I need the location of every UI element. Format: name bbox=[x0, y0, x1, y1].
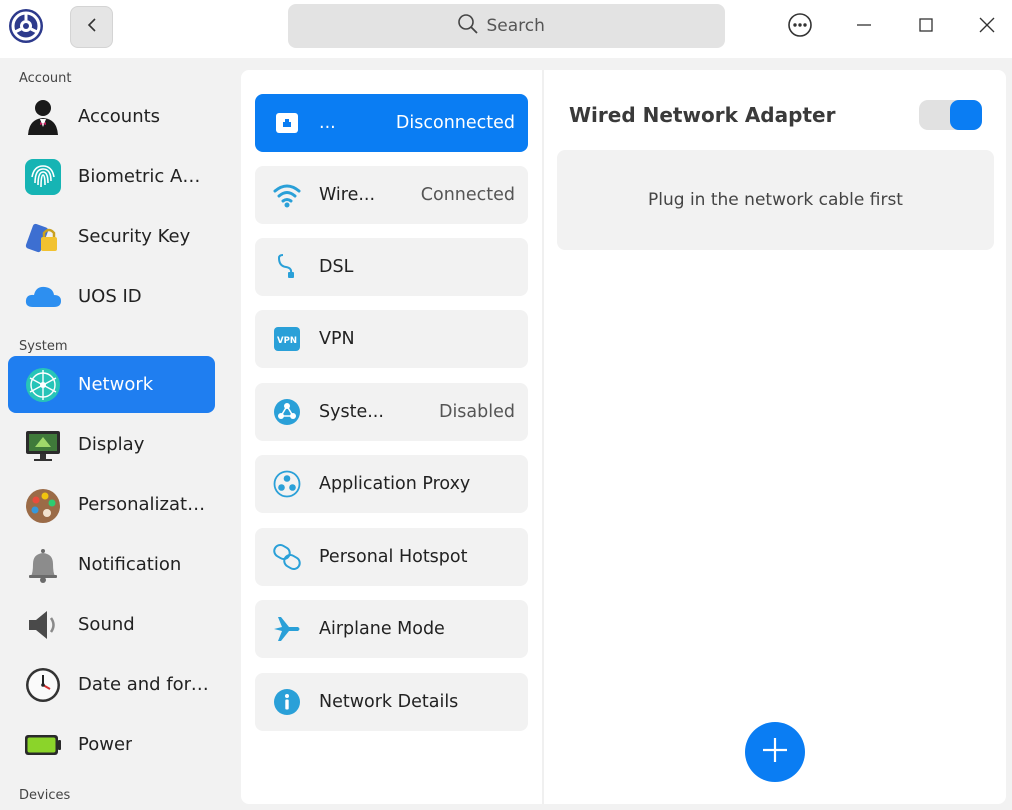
sidebar-item-security-key[interactable]: Security Key bbox=[8, 208, 215, 265]
sidebar-item-date-format[interactable]: Date and format bbox=[8, 656, 215, 713]
adapter-title: Wired Network Adapter bbox=[569, 103, 836, 127]
section-label-devices: Devices bbox=[19, 788, 71, 803]
menu-button[interactable] bbox=[782, 10, 818, 44]
network-item-hotspot[interactable]: Personal Hotspot bbox=[255, 528, 528, 586]
cloud-icon bbox=[23, 277, 63, 317]
sidebar-item-notification[interactable]: Notification bbox=[8, 536, 215, 593]
detail-panel: Wired Network Adapter Plug in the networ… bbox=[544, 70, 1006, 804]
network-item-label: Airplane Mode bbox=[319, 619, 445, 639]
network-item-label: ... bbox=[319, 113, 336, 133]
title-bar bbox=[0, 0, 1012, 58]
section-label-account: Account bbox=[19, 71, 72, 86]
sidebar: Account Accounts Biometric Authenticatio… bbox=[0, 58, 229, 810]
info-icon bbox=[271, 686, 303, 718]
fingerprint-icon bbox=[23, 157, 63, 197]
section-label-system: System bbox=[19, 339, 68, 354]
vpn-icon: VPN bbox=[271, 323, 303, 355]
sidebar-item-personalization[interactable]: Personalization bbox=[8, 476, 215, 533]
battery-icon bbox=[23, 725, 63, 765]
sidebar-item-label: UOS ID bbox=[78, 286, 142, 307]
sidebar-item-label: Personalization bbox=[78, 494, 210, 515]
plus-icon bbox=[761, 736, 789, 768]
wired-icon bbox=[271, 107, 303, 139]
minimize-icon bbox=[855, 16, 873, 38]
more-options-icon bbox=[787, 12, 813, 42]
monitor-icon bbox=[23, 425, 63, 465]
network-item-label: Network Details bbox=[319, 692, 459, 712]
sidebar-item-label: Power bbox=[78, 734, 133, 755]
sidebar-item-label: Network bbox=[78, 374, 154, 395]
sidebar-item-label: Notification bbox=[78, 554, 182, 575]
network-type-list: ... Disconnected Wire... Connected DSL V… bbox=[241, 70, 542, 804]
cable-message-card: Plug in the network cable first bbox=[557, 150, 994, 250]
chevron-left-icon bbox=[86, 17, 98, 37]
app-logo-icon bbox=[8, 8, 44, 44]
search-box[interactable] bbox=[288, 4, 725, 48]
maximize-button[interactable] bbox=[908, 10, 944, 44]
network-item-app-proxy[interactable]: Application Proxy bbox=[255, 455, 528, 513]
system-proxy-icon bbox=[271, 396, 303, 428]
sidebar-item-label: Accounts bbox=[78, 106, 161, 127]
network-icon bbox=[23, 365, 63, 405]
speaker-icon bbox=[23, 605, 63, 645]
hotspot-icon bbox=[271, 541, 303, 573]
add-connection-button[interactable] bbox=[745, 722, 805, 782]
close-icon bbox=[978, 16, 996, 38]
network-item-airplane[interactable]: Airplane Mode bbox=[255, 600, 528, 658]
user-icon bbox=[23, 97, 63, 137]
adapter-toggle[interactable] bbox=[919, 100, 982, 130]
sidebar-item-display[interactable]: Display bbox=[8, 416, 215, 473]
sidebar-item-label: Biometric Authentication bbox=[78, 166, 210, 187]
network-item-vpn[interactable]: VPN VPN bbox=[255, 310, 528, 368]
sidebar-item-label: Display bbox=[78, 434, 145, 455]
bell-icon bbox=[23, 545, 63, 585]
security-key-icon bbox=[23, 217, 63, 257]
wifi-icon bbox=[271, 179, 303, 211]
cable-message: Plug in the network cable first bbox=[648, 190, 903, 210]
sidebar-item-label: Sound bbox=[78, 614, 135, 635]
sidebar-item-label: Security Key bbox=[78, 226, 191, 247]
network-item-details[interactable]: Network Details bbox=[255, 673, 528, 731]
back-button[interactable] bbox=[70, 6, 113, 48]
airplane-icon bbox=[271, 613, 303, 645]
network-item-wireless[interactable]: Wire... Connected bbox=[255, 166, 528, 224]
sidebar-item-power[interactable]: Power bbox=[8, 716, 215, 773]
app-proxy-icon bbox=[271, 468, 303, 500]
dsl-icon bbox=[271, 251, 303, 283]
sidebar-item-label: Date and format bbox=[78, 674, 210, 695]
svg-text:VPN: VPN bbox=[277, 336, 297, 346]
network-item-status: Disconnected bbox=[395, 113, 515, 133]
sidebar-item-accounts[interactable]: Accounts bbox=[8, 88, 215, 145]
network-item-system-proxy[interactable]: Syste... Disabled bbox=[255, 383, 528, 441]
network-item-dsl[interactable]: DSL bbox=[255, 238, 528, 296]
minimize-button[interactable] bbox=[846, 10, 882, 44]
palette-icon bbox=[23, 485, 63, 525]
search-icon bbox=[457, 13, 479, 40]
network-item-label: Personal Hotspot bbox=[319, 547, 468, 567]
sidebar-item-sound[interactable]: Sound bbox=[8, 596, 215, 653]
network-item-status: Connected bbox=[420, 185, 515, 205]
sidebar-item-biometric[interactable]: Biometric Authentication bbox=[8, 148, 215, 205]
network-item-label: DSL bbox=[319, 257, 354, 277]
network-item-wired[interactable]: ... Disconnected bbox=[255, 94, 528, 152]
clock-icon bbox=[23, 665, 63, 705]
network-item-status: Disabled bbox=[438, 402, 515, 422]
network-item-label: Wire... bbox=[319, 185, 376, 205]
close-button[interactable] bbox=[969, 10, 1005, 44]
sidebar-item-network[interactable]: Network bbox=[8, 356, 215, 413]
network-item-label: Syste... bbox=[319, 402, 384, 422]
toggle-knob bbox=[950, 100, 982, 130]
sidebar-item-uos-id[interactable]: UOS ID bbox=[8, 268, 215, 325]
maximize-icon bbox=[917, 16, 935, 38]
network-item-label: Application Proxy bbox=[319, 474, 471, 494]
search-input[interactable] bbox=[486, 16, 557, 36]
network-item-label: VPN bbox=[319, 329, 355, 349]
